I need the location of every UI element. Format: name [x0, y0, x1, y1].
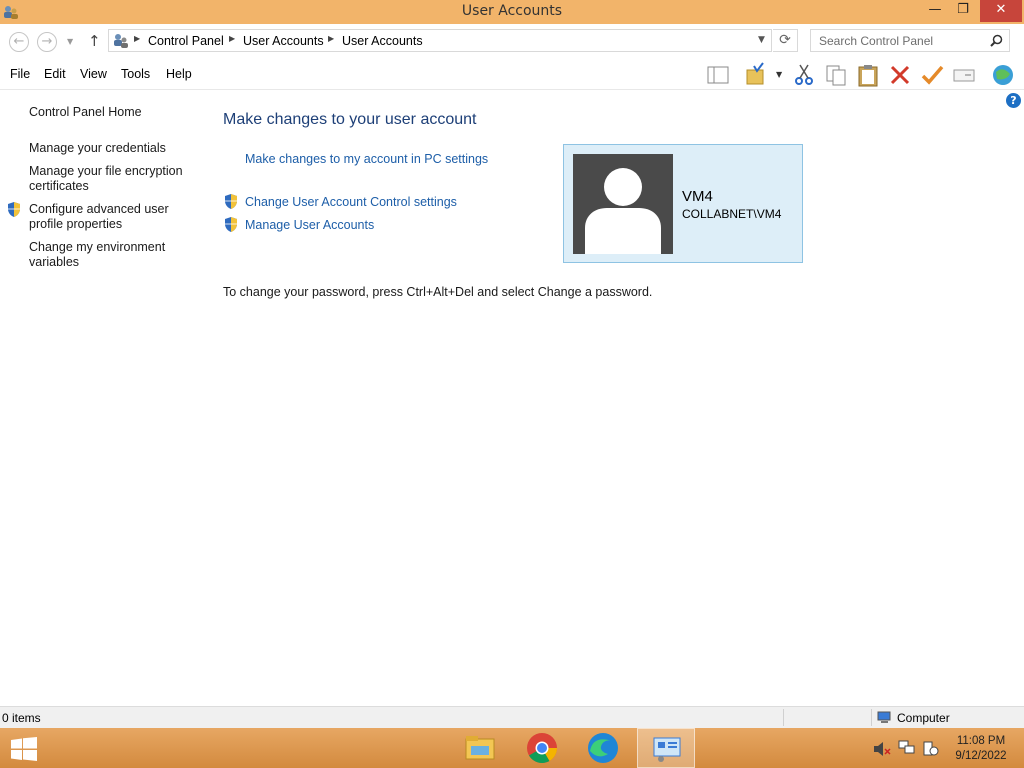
page-title: Make changes to your user account: [223, 111, 477, 128]
copy-icon[interactable]: [823, 62, 849, 88]
manage-user-accounts-link[interactable]: Manage User Accounts: [245, 218, 374, 233]
manage-encryption-certificates-link[interactable]: Manage your file encryption certificates: [29, 164, 194, 194]
properties-icon[interactable]: [951, 62, 977, 88]
window-title: User Accounts: [461, 3, 563, 19]
taskbar-control-panel-active[interactable]: [637, 728, 695, 768]
recent-locations-chevron-icon[interactable]: ▼: [67, 37, 73, 46]
folder-options-icon[interactable]: [744, 62, 770, 88]
action-center-icon[interactable]: [922, 740, 940, 757]
shield-icon: [225, 217, 237, 232]
menu-edit[interactable]: Edit: [44, 67, 66, 81]
search-input[interactable]: Search Control Panel: [819, 34, 933, 48]
folder-options-dropdown-icon[interactable]: ▼: [776, 70, 782, 79]
menu-view[interactable]: View: [80, 67, 107, 81]
control-panel-icon: [114, 34, 128, 48]
paste-icon[interactable]: [855, 62, 881, 88]
password-note: To change your password, press Ctrl+Alt+…: [223, 285, 653, 299]
layout-pane-icon[interactable]: [705, 62, 731, 88]
account-tile[interactable]: VM4 COLLABNET\VM4: [563, 144, 803, 263]
shield-icon: [8, 202, 20, 217]
breadcrumb-separator-icon: ▶: [229, 34, 236, 43]
menu-tools[interactable]: Tools: [121, 67, 150, 81]
breadcrumb-user-accounts[interactable]: User Accounts: [243, 34, 324, 48]
menu-help[interactable]: Help: [166, 67, 192, 81]
account-domain-user: COLLABNET\VM4: [682, 207, 782, 221]
title-bar: User Accounts — ❐ ✕: [0, 0, 1024, 24]
refresh-button[interactable]: ⟳: [773, 29, 798, 52]
item-count: 0 items: [2, 711, 41, 725]
search-icon[interactable]: [990, 34, 1003, 47]
maximize-button[interactable]: ❐: [946, 0, 980, 22]
back-button[interactable]: ←: [9, 32, 29, 52]
status-bar: 0 items Computer: [0, 706, 1024, 728]
avatar: [573, 154, 673, 254]
taskbar: 11:08 PM 9/12/2022: [0, 728, 1024, 768]
search-box[interactable]: Search Control Panel: [810, 29, 1010, 52]
manage-credentials-link[interactable]: Manage your credentials: [29, 141, 199, 156]
configure-advanced-profile-link[interactable]: Configure advanced user profile properti…: [29, 202, 179, 232]
navigation-bar: ← → ▼ ↑ ▶ Control Panel ▶ User Accounts …: [0, 24, 1024, 58]
delete-icon[interactable]: [887, 62, 913, 88]
status-divider: [871, 709, 872, 726]
computer-icon: [877, 711, 891, 723]
menu-bar: File Edit View Tools Help ▼: [0, 59, 1024, 90]
chrome-icon[interactable]: [525, 731, 559, 765]
account-name: VM4: [682, 188, 713, 205]
address-dropdown-icon[interactable]: ▼: [758, 35, 765, 45]
menu-file[interactable]: File: [10, 67, 30, 81]
checkmark-icon[interactable]: [919, 62, 945, 88]
pc-settings-link[interactable]: Make changes to my account in PC setting…: [245, 152, 488, 167]
clock-date: 9/12/2022: [955, 750, 1007, 762]
breadcrumb-separator-icon: ▶: [328, 34, 335, 43]
control-panel-icon: [653, 737, 681, 762]
status-location: Computer: [897, 711, 950, 725]
windows-start-icon[interactable]: [10, 737, 38, 761]
help-icon[interactable]: ?: [1006, 93, 1021, 108]
breadcrumb-user-accounts-current[interactable]: User Accounts: [342, 34, 423, 48]
user-silhouette-icon: [585, 168, 661, 254]
cut-icon[interactable]: [791, 62, 817, 88]
breadcrumb-separator-icon: ▶: [134, 34, 141, 43]
volume-muted-icon[interactable]: [873, 741, 891, 757]
shield-icon: [225, 194, 237, 209]
globe-icon[interactable]: [990, 62, 1016, 88]
forward-button[interactable]: →: [37, 32, 57, 52]
close-button[interactable]: ✕: [980, 0, 1022, 22]
status-divider: [783, 709, 784, 726]
up-button[interactable]: ↑: [88, 32, 101, 50]
file-explorer-icon[interactable]: [463, 731, 497, 765]
clock-time: 11:08 PM: [956, 735, 1006, 747]
uac-settings-link[interactable]: Change User Account Control settings: [245, 195, 457, 210]
network-icon[interactable]: [898, 740, 916, 757]
breadcrumb-control-panel[interactable]: Control Panel: [148, 34, 224, 48]
system-clock[interactable]: 11:08 PM 9/12/2022: [950, 734, 1012, 764]
change-environment-variables-link[interactable]: Change my environment variables: [29, 240, 179, 270]
edge-icon[interactable]: [586, 731, 620, 765]
address-bar[interactable]: ▶ Control Panel ▶ User Accounts ▶ User A…: [108, 29, 772, 52]
control-panel-home-link[interactable]: Control Panel Home: [29, 105, 142, 120]
